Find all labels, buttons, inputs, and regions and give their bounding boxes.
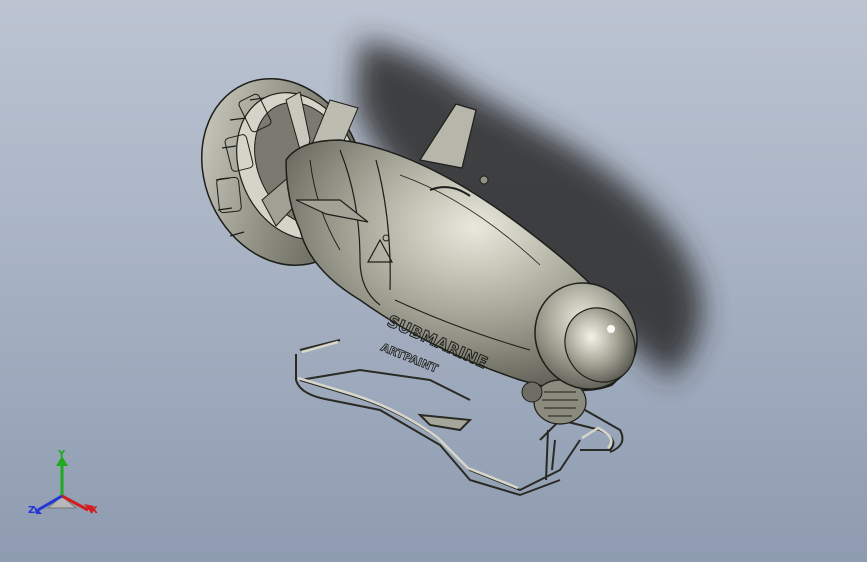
z-axis-label: Z bbox=[28, 505, 36, 516]
y-axis-label: Y bbox=[58, 449, 66, 460]
graphics-viewport[interactable]: SUBMARINE ARTPAINT bbox=[0, 0, 867, 562]
axis-triad: Y X Z bbox=[22, 448, 106, 524]
model-view[interactable]: SUBMARINE ARTPAINT bbox=[0, 0, 867, 562]
x-axis-label: X bbox=[90, 505, 98, 516]
